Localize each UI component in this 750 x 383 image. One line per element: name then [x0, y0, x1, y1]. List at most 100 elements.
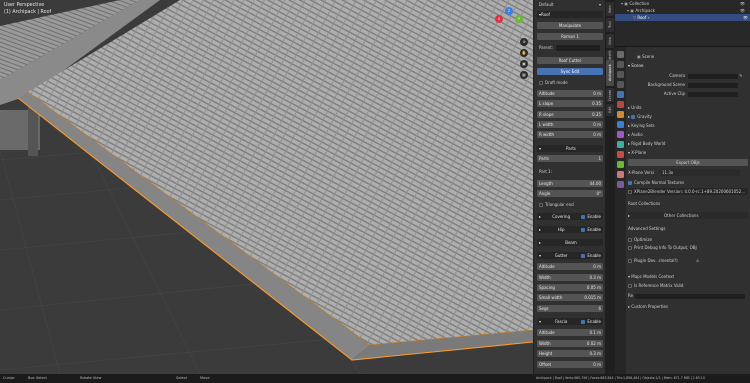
texture-tab-icon[interactable]	[617, 181, 624, 188]
r-slope-field[interactable]: R slope 0.35	[537, 111, 603, 118]
camera-row[interactable]: Camera ✎	[628, 72, 748, 79]
sync-edit-button[interactable]: Sync Edit	[537, 68, 603, 75]
angle-field[interactable]: Angle 0°	[537, 190, 603, 197]
active-clip-row[interactable]: Active Clip	[628, 90, 748, 97]
parent-field[interactable]	[556, 44, 601, 51]
warning-icon: ⚠	[695, 258, 700, 263]
custom-properties-header[interactable]: ▸ Custom Properties	[628, 303, 748, 310]
checkbox-icon	[539, 203, 543, 207]
pan-hand-icon[interactable]: ✋	[520, 49, 528, 57]
preset-top-label[interactable]: Default ▾	[537, 1, 603, 8]
keying-sets-panel-header[interactable]: ▸ Keying Sets	[628, 122, 748, 129]
optimize-checkbox[interactable]: Optimize	[628, 236, 748, 243]
gutter-width-field[interactable]: Width 0.3 m	[537, 274, 603, 281]
status-move: Move	[200, 376, 210, 380]
parts-section-header[interactable]: ▾ Parts	[537, 145, 603, 152]
gutter-section-header[interactable]: ▾ Gutter Enable	[537, 252, 603, 259]
is-reference-matrix-checkbox[interactable]: Is Reference Matrix Valid	[628, 282, 748, 289]
sidebar-tabs: Item Tool View BlenderKit Archipack Crea…	[605, 0, 615, 374]
fascia-offset-field[interactable]: Offset 0 m	[537, 361, 603, 368]
tab-tool[interactable]: Tool	[606, 18, 614, 32]
z-axis-icon[interactable]: Z	[505, 7, 513, 15]
part-1-label: Part 1:	[539, 169, 553, 174]
audio-panel-header[interactable]: ▸ Audio	[628, 131, 748, 138]
l-slope-field[interactable]: L slope 0.35	[537, 100, 603, 107]
altitude-field[interactable]: Altitude 0 m	[537, 90, 603, 97]
data-tab-icon[interactable]	[617, 161, 624, 168]
compile-normal-textures-checkbox[interactable]: Compile Normal Textures	[628, 179, 748, 186]
status-cursor: Cursor	[3, 376, 15, 380]
viewport-title: User Perspective	[4, 3, 45, 8]
y-axis-icon[interactable]: Y	[515, 15, 523, 23]
other-collections-header[interactable]: ▸ Other Collections	[628, 212, 748, 219]
fascia-width-field[interactable]: Width 0.02 m	[537, 340, 603, 347]
hip-section-header[interactable]: ▸ Hip Enable	[537, 226, 603, 233]
camera-icon[interactable]: ▣	[520, 60, 528, 68]
sidebar-n-panel: Default ▾ ▾ Roof Manipulate Roman 1 Paren…	[533, 0, 605, 374]
gutter-small-width-field[interactable]: Small width 0.015 m	[537, 294, 603, 301]
roof-cutter-button[interactable]: Roof Cutter	[537, 57, 603, 64]
x-axis-icon[interactable]: X	[495, 15, 503, 23]
world-tab-icon[interactable]	[617, 101, 624, 108]
gutter-spacing-field[interactable]: Spacing 0.05 m	[537, 284, 603, 291]
tab-archipack[interactable]: Archipack	[606, 60, 614, 86]
draft-mode-checkbox[interactable]: Draft mode	[537, 79, 603, 86]
fascia-section-header[interactable]: ▾ Fascia Enable	[537, 318, 603, 325]
background-scene-row[interactable]: Background Scene	[628, 81, 748, 88]
status-select: Select	[176, 376, 188, 380]
gravity-panel-header[interactable]: ▸ Gravity	[628, 113, 748, 120]
scene-panel-header[interactable]: ▾ Scene	[628, 62, 748, 69]
object-tab-icon[interactable]	[617, 111, 624, 118]
xplane-version-row[interactable]: X-Plane Versi 11.3x	[628, 169, 748, 176]
checkbox-icon	[539, 81, 543, 85]
render-tab-icon[interactable]	[617, 61, 624, 68]
triangular-end-checkbox[interactable]: Triangular end	[537, 201, 603, 208]
length-field[interactable]: Length 44.00	[537, 180, 603, 187]
status-scene-stats: Archipack | Roof | Verts:960,756 | Faces…	[536, 376, 705, 380]
units-panel-header[interactable]: ▸ Units	[628, 104, 748, 111]
gutter-segs-field[interactable]: Segs 6	[537, 305, 603, 312]
print-debug-checkbox[interactable]: Print Debug Info To Output, OBJ	[628, 244, 748, 251]
plugin-dev-checkbox[interactable]: Plugin Dev...rmental!) ⚠	[628, 257, 748, 264]
roof-panel-header[interactable]: ▾ Roof	[537, 11, 603, 18]
visibility-eye-icon: 👁	[742, 15, 748, 20]
particles-tab-icon[interactable]	[617, 131, 624, 138]
physics-tab-icon[interactable]	[617, 141, 624, 148]
tool-tab-icon[interactable]	[617, 51, 624, 58]
l-width-field[interactable]: L width 0 m	[537, 121, 603, 128]
zoom-icon[interactable]: ⊕	[520, 38, 528, 46]
outliner-row-roof[interactable]: ▽ Roof ▾ 👁	[615, 14, 750, 21]
properties-tabs	[615, 47, 626, 374]
reference-field[interactable]: Re	[628, 292, 748, 299]
gutter-altitude-field[interactable]: Altitude 0 m	[537, 263, 603, 270]
maps-models-context-header[interactable]: ▾ Maps Models Context	[628, 273, 748, 280]
parts-count-field[interactable]: Parts 1	[537, 155, 603, 162]
modifier-tab-icon[interactable]	[617, 121, 624, 128]
constraints-tab-icon[interactable]	[617, 151, 624, 158]
status-bar: Cursor Box Select Rotate View Select Mov…	[0, 374, 750, 383]
fascia-height-field[interactable]: Height 0.3 m	[537, 350, 603, 357]
tab-edit[interactable]: Edit	[606, 104, 614, 116]
preset-dropdown[interactable]: Roman 1	[537, 33, 603, 40]
parent-row: Parent:	[537, 44, 603, 51]
viewport-scene	[0, 0, 533, 374]
view-layer-tab-icon[interactable]	[617, 81, 624, 88]
manipulate-button[interactable]: Manipulate	[537, 22, 603, 29]
fascia-altitude-field[interactable]: Altitude 0.1 m	[537, 329, 603, 336]
outliner-row-collection[interactable]: ▾ ▣ Collection 👁	[621, 1, 747, 7]
rigid-body-world-header[interactable]: ▸ Rigid Body World	[628, 140, 748, 147]
r-width-field[interactable]: R width 0 m	[537, 131, 603, 138]
beam-section-header[interactable]: ▸ Beam	[537, 239, 603, 246]
tab-create[interactable]: Create	[606, 88, 614, 102]
material-tab-icon[interactable]	[617, 171, 624, 178]
output-tab-icon[interactable]	[617, 71, 624, 78]
scene-name: ▣ Scene	[637, 54, 655, 59]
tab-view[interactable]: View	[606, 34, 614, 48]
tab-item[interactable]: Item	[606, 2, 614, 16]
covering-section-header[interactable]: ▸ Covering Enable	[537, 213, 603, 220]
xplane-panel-header[interactable]: ▾ X-Plane	[628, 149, 748, 156]
export-objs-button[interactable]: Export OBJs	[628, 159, 748, 166]
scene-tab-icon[interactable]	[617, 91, 624, 98]
3d-viewport[interactable]: User Perspective (1) Archipack | Roof X …	[0, 0, 533, 374]
grid-view-icon[interactable]: ▦	[520, 71, 528, 79]
